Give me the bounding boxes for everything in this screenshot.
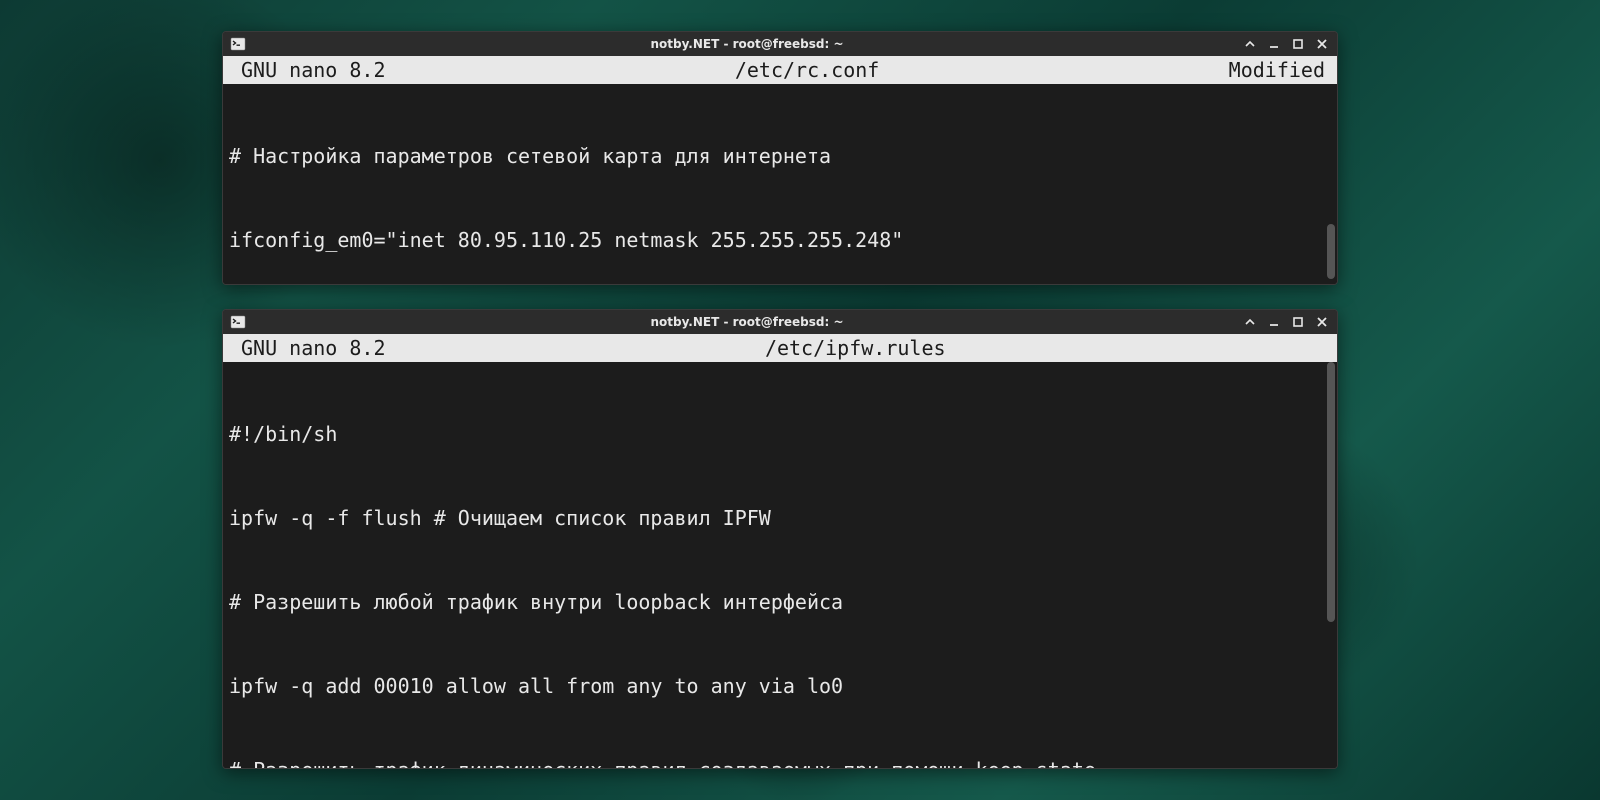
window-controls: [1241, 35, 1337, 53]
scrollbar-thumb[interactable]: [1327, 224, 1335, 279]
maximize-button[interactable]: [1289, 313, 1307, 331]
nano-file-path: /etc/rc.conf: [386, 56, 1229, 84]
nano-status: Modified: [1229, 56, 1337, 84]
file-line: # Разрешить любой трафик внутри loopback…: [229, 588, 1331, 616]
titlebar[interactable]: notby.NET - root@freebsd: ~: [223, 310, 1337, 334]
rollup-button[interactable]: [1241, 313, 1259, 331]
scrollbar[interactable]: [1327, 362, 1335, 764]
nano-file-path: /etc/ipfw.rules: [386, 334, 1326, 362]
file-line: ipfw -q -f flush # Очищаем список правил…: [229, 504, 1331, 532]
scrollbar-thumb[interactable]: [1327, 362, 1335, 622]
minimize-button[interactable]: [1265, 313, 1283, 331]
file-content[interactable]: #!/bin/sh ipfw -q -f flush # Очищаем спи…: [223, 362, 1337, 769]
window-title: notby.NET - root@freebsd: ~: [253, 315, 1241, 329]
titlebar[interactable]: notby.NET - root@freebsd: ~: [223, 32, 1337, 56]
window-title: notby.NET - root@freebsd: ~: [253, 37, 1241, 51]
close-button[interactable]: [1313, 313, 1331, 331]
file-line: #!/bin/sh: [229, 420, 1331, 448]
terminal-icon: [229, 35, 247, 53]
file-line: # Настройка параметров сетевой карта для…: [229, 142, 1331, 170]
maximize-button[interactable]: [1289, 35, 1307, 53]
terminal-body[interactable]: GNU nano 8.2 /etc/rc.conf Modified # Нас…: [223, 56, 1337, 284]
nano-header: GNU nano 8.2 /etc/ipfw.rules: [223, 334, 1337, 362]
file-content[interactable]: # Настройка параметров сетевой карта для…: [223, 84, 1337, 285]
terminal-icon: [229, 313, 247, 331]
rollup-button[interactable]: [1241, 35, 1259, 53]
terminal-window-rc-conf: notby.NET - root@freebsd: ~ GNU nano 8.2: [222, 31, 1338, 285]
desktop: notby.NET - root@freebsd: ~ GNU nano 8.2: [0, 0, 1600, 800]
nano-version: GNU nano 8.2: [241, 56, 386, 84]
file-line: # Разрешить трафик динамических правил с…: [229, 756, 1331, 769]
file-line: ipfw -q add 00010 allow all from any to …: [229, 672, 1331, 700]
file-line: ifconfig_em0="inet 80.95.110.25 netmask …: [229, 226, 1331, 254]
terminal-window-ipfw-rules: notby.NET - root@freebsd: ~ GNU nano 8.2: [222, 309, 1338, 769]
scrollbar[interactable]: [1327, 84, 1335, 280]
nano-version: GNU nano 8.2: [241, 334, 386, 362]
window-controls: [1241, 313, 1337, 331]
nano-header: GNU nano 8.2 /etc/rc.conf Modified: [223, 56, 1337, 84]
close-button[interactable]: [1313, 35, 1331, 53]
nano-status: [1325, 334, 1337, 362]
minimize-button[interactable]: [1265, 35, 1283, 53]
terminal-body[interactable]: GNU nano 8.2 /etc/ipfw.rules #!/bin/sh i…: [223, 334, 1337, 768]
